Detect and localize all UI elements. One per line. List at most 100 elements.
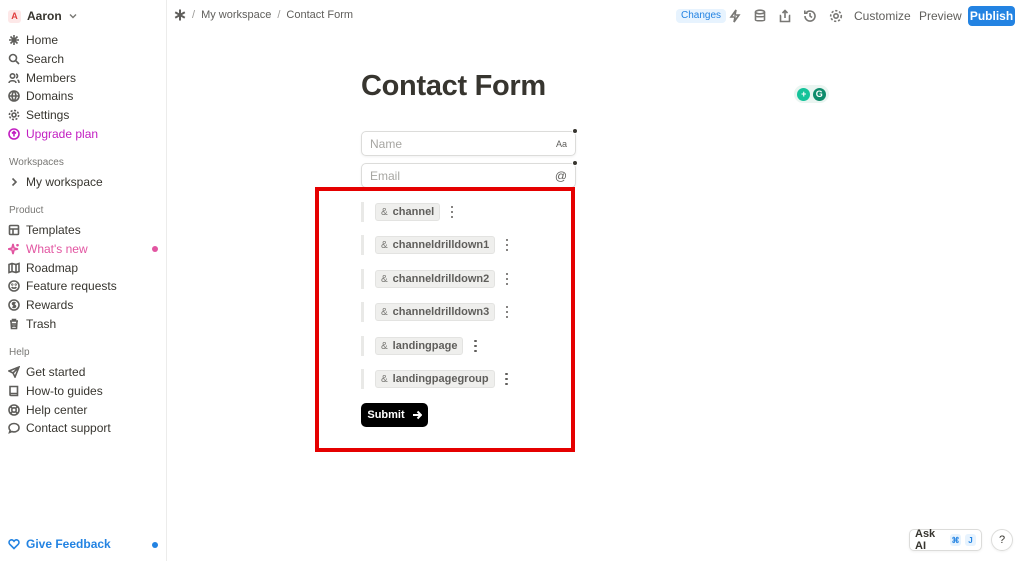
product-section-label: Product	[9, 205, 44, 216]
breadcrumb: / My workspace / Contact Form	[174, 9, 353, 21]
database-button[interactable]	[753, 9, 767, 23]
lightning-icon	[729, 9, 741, 23]
sidebar-item-label: Roadmap	[26, 261, 79, 275]
sidebar-item-help-center[interactable]: Help center	[8, 401, 87, 419]
topbar: / My workspace / Contact Form Changes Cu…	[167, 0, 1024, 32]
sidebar-item-upgrade-plan[interactable]: Upgrade plan	[8, 125, 98, 143]
chevron-down-icon	[69, 14, 77, 19]
customize-button[interactable]: Customize	[854, 9, 911, 23]
sidebar-item-label: Settings	[26, 108, 70, 122]
text-type-icon: Aa	[555, 138, 567, 149]
help-button[interactable]: ?	[991, 529, 1013, 551]
whats-new-indicator	[152, 246, 158, 252]
sidebar-item-contact-support[interactable]: Contact support	[8, 419, 111, 437]
sidebar-item-label: Domains	[26, 89, 74, 103]
settings-button[interactable]	[829, 9, 843, 23]
chat-icon	[8, 422, 20, 434]
members-icon	[8, 72, 20, 84]
sidebar-item-search[interactable]: Search	[8, 50, 64, 68]
sidebar-item-label: Contact support	[26, 421, 111, 435]
ask-ai-button[interactable]: Ask AI ⌘ J	[909, 528, 982, 552]
grammarly-logo-icon: G	[812, 87, 826, 101]
email-field[interactable]: Email @	[361, 163, 576, 188]
search-icon	[8, 53, 20, 65]
book-icon	[9, 385, 19, 397]
gear-icon	[829, 9, 843, 23]
smile-icon	[8, 280, 20, 292]
globe-icon	[8, 90, 20, 102]
grammarly-widget[interactable]: + G	[794, 85, 829, 103]
at-sign-icon: @	[554, 168, 567, 183]
sidebar-item-label: My workspace	[26, 175, 103, 189]
sidebar-item-how-to-guides[interactable]: How-to guides	[8, 382, 103, 400]
name-field-drag-handle[interactable]	[572, 128, 578, 134]
sidebar-item-my-workspace[interactable]: My workspace	[8, 173, 103, 191]
help-section-label: Help	[9, 347, 30, 358]
sidebar-item-label: Rewards	[26, 298, 74, 312]
sidebar-item-feature-requests[interactable]: Feature requests	[8, 277, 117, 295]
publish-button[interactable]: Publish	[968, 6, 1015, 26]
home-icon	[9, 35, 19, 45]
map-icon	[8, 262, 20, 274]
sidebar-item-label: Feature requests	[26, 279, 117, 293]
email-field-placeholder: Email	[370, 168, 401, 183]
trash-icon	[10, 318, 18, 330]
chevron-right-icon	[11, 177, 18, 187]
changes-badge[interactable]: Changes	[676, 9, 727, 23]
sidebar-item-roadmap[interactable]: Roadmap	[8, 259, 78, 277]
sidebar-item-label: What's new	[26, 242, 88, 256]
feedback-indicator	[152, 542, 158, 548]
sidebar-item-whats-new[interactable]: What's new	[8, 240, 88, 258]
sidebar-item-home[interactable]: Home	[8, 31, 58, 49]
heart-icon	[8, 539, 20, 550]
ask-ai-label: Ask AI	[915, 528, 936, 552]
highlight-box	[315, 187, 575, 452]
send-icon	[8, 366, 20, 378]
breadcrumb-page[interactable]: Contact Form	[286, 9, 353, 21]
sidebar-item-label: How-to guides	[26, 384, 103, 398]
sparkle-icon	[8, 243, 19, 255]
automation-button[interactable]	[728, 9, 742, 23]
sidebar-item-label: Members	[26, 71, 77, 85]
name-field-placeholder: Name	[370, 136, 403, 151]
sidebar-item-templates[interactable]: Templates	[8, 221, 81, 239]
j-key: J	[965, 534, 976, 546]
sidebar-item-rewards[interactable]: Rewards	[8, 296, 73, 314]
avatar: A	[8, 9, 21, 23]
sidebar-item-label: Trash	[26, 317, 57, 331]
templates-icon	[8, 224, 20, 236]
workspace-logo-icon	[174, 9, 186, 21]
sidebar-item-get-started[interactable]: Get started	[8, 363, 85, 381]
workspaces-section-label: Workspaces	[9, 157, 64, 168]
sidebar-item-trash[interactable]: Trash	[8, 315, 56, 333]
sidebar-item-label: Search	[26, 52, 65, 66]
preview-button[interactable]: Preview	[919, 9, 962, 23]
sidebar: A Aaron Home Search Members Domains Sett…	[0, 0, 167, 561]
history-icon	[804, 10, 816, 22]
sidebar-item-label: Get started	[26, 365, 86, 379]
page-title[interactable]: Contact Form	[361, 70, 546, 103]
name-field[interactable]: Name Aa	[361, 131, 576, 156]
breadcrumb-workspace[interactable]: My workspace	[201, 9, 271, 21]
grammarly-add-icon: +	[797, 87, 811, 101]
email-field-drag-handle[interactable]	[572, 160, 578, 166]
sidebar-item-label: Templates	[26, 223, 81, 237]
user-name: Aaron	[27, 9, 62, 23]
give-feedback-link[interactable]: Give Feedback	[8, 537, 111, 551]
sidebar-item-label: Upgrade plan	[26, 127, 99, 141]
user-switcher[interactable]: A Aaron	[8, 7, 78, 25]
sidebar-item-settings[interactable]: Settings	[8, 106, 69, 124]
dollar-icon	[8, 299, 20, 311]
lifebuoy-icon	[8, 404, 20, 416]
history-button[interactable]	[803, 9, 817, 23]
sidebar-item-label: Help center	[26, 403, 88, 417]
upgrade-icon	[8, 128, 20, 140]
share-icon	[779, 9, 791, 23]
command-key-icon: ⌘	[950, 534, 961, 546]
sidebar-item-members[interactable]: Members	[8, 69, 76, 87]
share-button[interactable]	[778, 9, 792, 23]
database-icon	[754, 9, 766, 22]
sidebar-item-domains[interactable]: Domains	[8, 87, 73, 105]
give-feedback-label: Give Feedback	[26, 537, 111, 551]
sidebar-item-label: Home	[26, 33, 59, 47]
